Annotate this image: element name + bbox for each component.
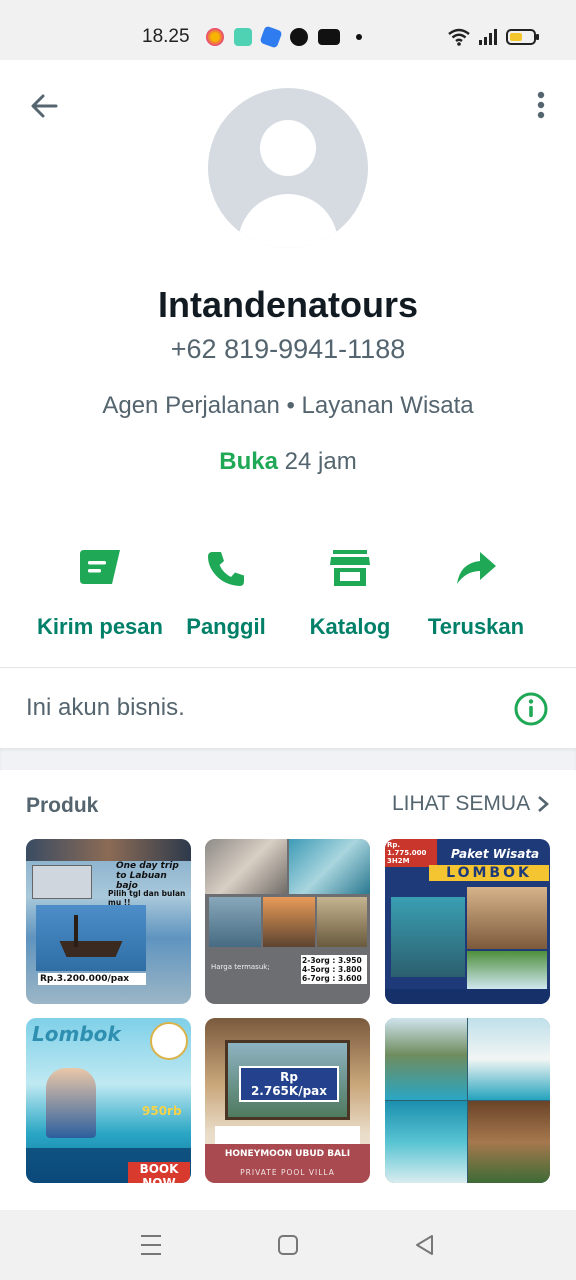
product-caption: One day trip to Labuan bajo (116, 861, 179, 891)
menu-lines-icon (141, 1235, 161, 1255)
message-icon (80, 550, 120, 584)
system-icons (448, 28, 540, 46)
system-navigation-bar (0, 1210, 576, 1280)
see-all-button[interactable]: LIHAT SEMUA (392, 792, 550, 816)
info-icon (514, 692, 548, 726)
battery-icon (506, 29, 539, 45)
product-caption: Paket Wisata (451, 847, 540, 861)
back-button[interactable] (26, 88, 62, 124)
business-account-note: Ini akun bisnis. (26, 694, 185, 721)
robot-app-icon (234, 28, 252, 46)
product-price: Rp.3.200.000/pax (38, 973, 146, 985)
home-square-icon (278, 1235, 298, 1255)
product-tile[interactable]: Lombok 950rb BOOK NOW (26, 1018, 191, 1183)
youtube-icon (318, 29, 340, 45)
action-buttons: Kirim pesan Panggil Katalog Teruskan (0, 540, 576, 650)
recent-apps-button[interactable] (138, 1232, 164, 1258)
business-phone: +62 819-9941-1188 (170, 334, 406, 364)
product-subtitle: PRIVATE POOL VILLA (240, 1168, 335, 1177)
avatar-head-shape (260, 120, 316, 176)
business-name: Intandenatours (157, 284, 418, 325)
catalog-button[interactable]: Katalog (280, 540, 420, 650)
wifi-icon (448, 28, 470, 46)
store-icon (330, 550, 370, 586)
back-triangle-icon (416, 1235, 433, 1255)
arrow-left-icon (31, 94, 58, 118)
product-caption: Harga termasuk; (211, 963, 270, 971)
notification-dot-icon (356, 34, 362, 40)
status-app-icons (206, 25, 362, 49)
browser-app-icon (290, 28, 308, 46)
info-button[interactable] (514, 692, 548, 726)
product-subtitle: 2-3org : 3.950 4-5org : 3.800 6-7org : 3… (301, 955, 367, 984)
business-category: Agen Perjalanan • Layanan Wisata (102, 392, 474, 419)
more-options-button[interactable] (526, 88, 556, 124)
status-bar: 18.25 (0, 0, 576, 60)
divider (0, 667, 576, 668)
star-app-icon (206, 28, 224, 46)
catalog-label: Katalog (309, 614, 391, 639)
hours-detail: 24 jam (277, 448, 357, 475)
product-subtitle: 950rb (142, 1104, 182, 1118)
phone-icon (208, 552, 244, 586)
signal-icon (479, 29, 497, 45)
profile-avatar[interactable] (208, 88, 368, 248)
business-hours: Buka 24 jam (0, 448, 576, 476)
product-price: Rp 2.765K/pax (239, 1066, 339, 1102)
blue-app-icon (259, 25, 283, 49)
back-nav-button[interactable] (412, 1232, 438, 1258)
send-message-label: Kirim pesan (37, 614, 163, 639)
chevron-right-icon (538, 796, 550, 812)
open-status: Buka (219, 448, 278, 475)
business-profile-screen: 18.25 Intandenatours +62 819-9941-1188 A… (0, 0, 576, 1280)
section-separator (0, 748, 576, 770)
product-tile[interactable]: One day trip to Labuan bajo Pilih tgl da… (26, 839, 191, 1004)
products-title: Produk (26, 794, 99, 817)
send-message-button[interactable]: Kirim pesan (30, 540, 170, 650)
product-price: BOOK NOW (128, 1162, 190, 1183)
product-tile[interactable]: Rp 2.765K/pax HONEYMOON UBUD BALI PRIVAT… (205, 1018, 370, 1183)
forward-button[interactable]: Teruskan (406, 540, 546, 650)
call-button[interactable]: Panggil (156, 540, 296, 650)
call-label: Panggil (186, 614, 266, 639)
product-caption: Lombok (32, 1022, 121, 1046)
product-tile[interactable]: Rp. 1.775.000 3H2M Paket Wisata LOMBOK (385, 839, 550, 1004)
product-caption: HONEYMOON UBUD BALI (205, 1144, 370, 1183)
product-price: Rp. 1.775.000 3H2M (385, 839, 437, 867)
avatar-body-shape (238, 194, 338, 248)
product-tile[interactable] (385, 1018, 550, 1183)
status-time: 18.25 (142, 26, 190, 47)
see-all-label: LIHAT SEMUA (392, 792, 531, 815)
forward-label: Teruskan (427, 614, 525, 639)
forward-icon (457, 552, 496, 584)
home-button[interactable] (275, 1232, 301, 1258)
product-tile[interactable]: Harga termasuk; 2-3org : 3.950 4-5org : … (205, 839, 370, 1004)
product-subtitle: Pilih tgl dan bulan mu !! (108, 889, 186, 907)
more-vertical-icon (537, 91, 545, 119)
product-subtitle: LOMBOK (429, 865, 549, 881)
